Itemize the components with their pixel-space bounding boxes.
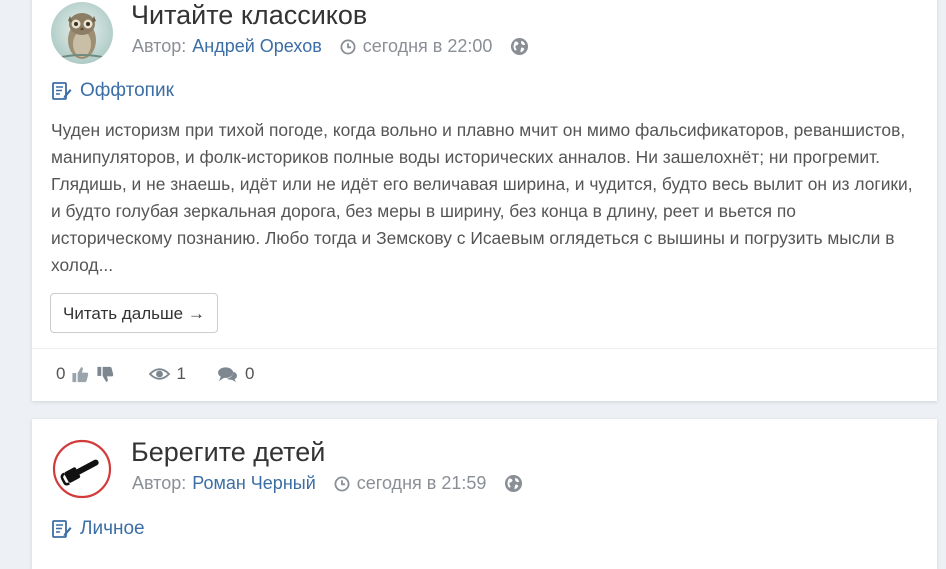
eye-icon (149, 366, 171, 382)
clock-icon (334, 476, 350, 492)
post-title[interactable]: Читайте классиков (131, 0, 367, 31)
thumbs-up-icon[interactable] (71, 365, 90, 384)
edit-note-icon (51, 519, 72, 540)
author-link[interactable]: Андрей Орехов (192, 36, 322, 57)
post-excerpt: Чуден историзм при тихой погоде, когда в… (51, 120, 913, 275)
views: 1 (149, 364, 186, 384)
no-chainsaw-avatar-icon (51, 438, 113, 500)
comments-count: 0 (244, 364, 255, 383)
post-title[interactable]: Берегите детей (131, 437, 325, 468)
author-avatar[interactable] (51, 438, 113, 500)
post-card: Берегите детей Автор: Роман Черный сегод… (32, 419, 937, 569)
comments-icon (217, 366, 238, 383)
post-meta: Автор: Роман Черный сегодня в 21:59 (132, 473, 523, 494)
author-label: Автор: (132, 473, 187, 493)
read-more-button[interactable]: Читать дальше → (50, 293, 218, 333)
rating: 0 (56, 364, 115, 384)
post-stats: 0 1 0 (56, 364, 254, 384)
globe-icon (510, 37, 529, 56)
edit-note-icon (51, 81, 72, 102)
post-category: Личное (51, 518, 145, 540)
author-label: Автор: (132, 36, 187, 56)
post-meta: Автор: Андрей Орехов сегодня в 22:00 (132, 36, 529, 57)
globe-icon (504, 474, 523, 493)
thumbs-down-icon[interactable] (96, 365, 115, 384)
clock-icon (340, 39, 356, 55)
post-card: Читайте классиков Автор: Андрей Орехов с… (32, 0, 937, 401)
category-link[interactable]: Оффтопик (80, 80, 174, 102)
author-avatar[interactable] (51, 2, 113, 64)
rating-count: 0 (56, 364, 66, 383)
post-category: Оффтопик (51, 80, 174, 102)
comments[interactable]: 0 (217, 364, 254, 384)
views-count: 1 (176, 364, 186, 383)
owl-avatar-icon (51, 2, 113, 64)
post-time: сегодня в 22:00 (362, 36, 493, 56)
category-link[interactable]: Личное (80, 518, 145, 540)
post-time: сегодня в 21:59 (356, 473, 487, 493)
author-link[interactable]: Роман Черный (192, 473, 316, 494)
divider (32, 348, 937, 349)
